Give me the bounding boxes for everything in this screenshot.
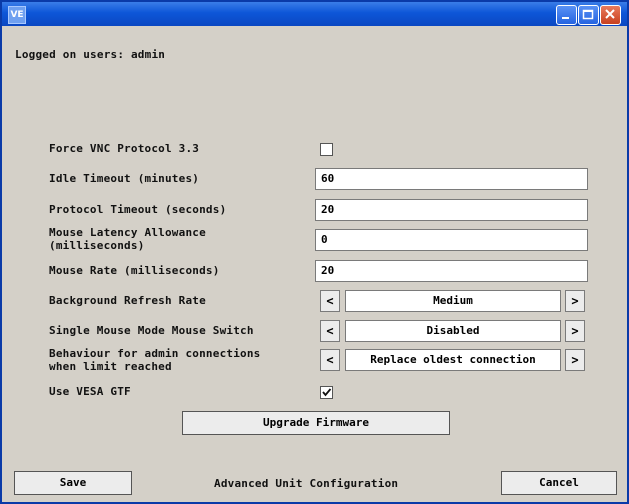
logged-on-users: Logged on users: admin (15, 48, 166, 61)
save-button[interactable]: Save (14, 471, 132, 495)
app-icon: VE (8, 6, 26, 24)
title-bar[interactable]: VE (2, 2, 627, 26)
force-vnc-checkbox[interactable] (320, 143, 333, 156)
minimize-button[interactable] (556, 5, 577, 25)
mouse-latency-label: Mouse Latency Allowance (milliseconds) (49, 226, 206, 252)
background-refresh-value: Medium (345, 290, 561, 312)
single-mouse-mode-prev-button[interactable]: < (320, 320, 340, 342)
protocol-timeout-input[interactable]: 20 (315, 199, 588, 221)
config-window: VE Logged on users: admin Force VNC Prot… (0, 0, 629, 504)
use-vesa-gtf-label: Use VESA GTF (49, 385, 131, 398)
protocol-timeout-label: Protocol Timeout (seconds) (49, 203, 227, 216)
close-button[interactable] (600, 5, 621, 25)
cancel-button[interactable]: Cancel (501, 471, 617, 495)
mouse-rate-label: Mouse Rate (milliseconds) (49, 264, 220, 277)
content-area: Logged on users: admin Force VNC Protoco… (2, 26, 627, 502)
maximize-button[interactable] (578, 5, 599, 25)
admin-behaviour-label: Behaviour for admin connections when lim… (49, 347, 261, 373)
admin-behaviour-next-button[interactable]: > (565, 349, 585, 371)
single-mouse-mode-label: Single Mouse Mode Mouse Switch (49, 324, 254, 337)
idle-timeout-label: Idle Timeout (minutes) (49, 172, 200, 185)
close-icon (605, 9, 615, 19)
minimize-icon (562, 17, 569, 19)
checkmark-icon (322, 388, 332, 397)
background-refresh-label: Background Refresh Rate (49, 294, 206, 307)
admin-behaviour-prev-button[interactable]: < (320, 349, 340, 371)
background-refresh-prev-button[interactable]: < (320, 290, 340, 312)
footer-title: Advanced Unit Configuration (214, 477, 399, 490)
mouse-latency-input[interactable]: 0 (315, 229, 588, 251)
use-vesa-gtf-checkbox[interactable] (320, 386, 333, 399)
idle-timeout-input[interactable]: 60 (315, 168, 588, 190)
upgrade-firmware-button[interactable]: Upgrade Firmware (182, 411, 450, 435)
force-vnc-label: Force VNC Protocol 3.3 (49, 142, 200, 155)
mouse-rate-input[interactable]: 20 (315, 260, 588, 282)
background-refresh-next-button[interactable]: > (565, 290, 585, 312)
single-mouse-mode-value: Disabled (345, 320, 561, 342)
admin-behaviour-value: Replace oldest connection (345, 349, 561, 371)
maximize-icon (582, 9, 594, 20)
single-mouse-mode-next-button[interactable]: > (565, 320, 585, 342)
